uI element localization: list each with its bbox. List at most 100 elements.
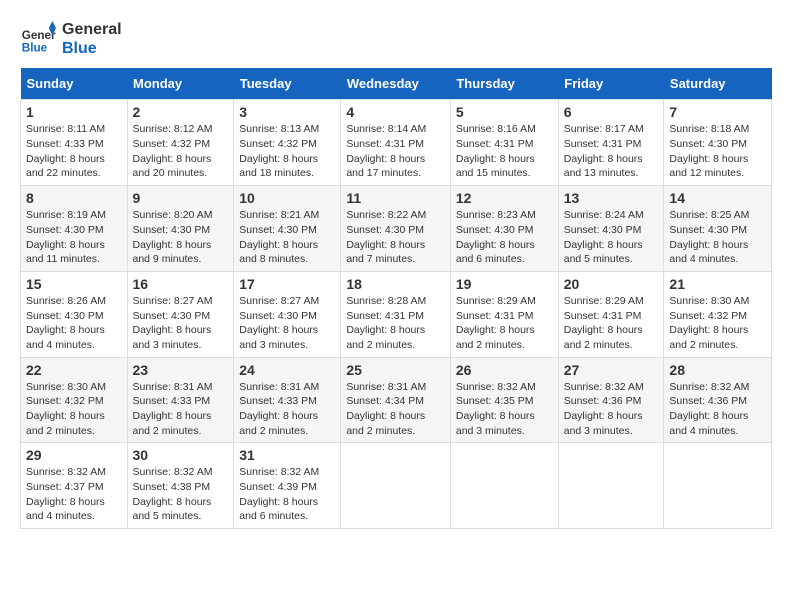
day-info: Sunrise: 8:20 AMSunset: 4:30 PMDaylight:… — [133, 208, 229, 267]
day-number: 16 — [133, 276, 229, 292]
col-header-sunday: Sunday — [21, 68, 128, 100]
calendar-row: 1 Sunrise: 8:11 AMSunset: 4:33 PMDayligh… — [21, 100, 772, 186]
col-header-friday: Friday — [558, 68, 664, 100]
col-header-monday: Monday — [127, 68, 234, 100]
calendar-cell — [450, 443, 558, 529]
day-number: 3 — [239, 104, 335, 120]
day-number: 19 — [456, 276, 553, 292]
calendar-cell: 7 Sunrise: 8:18 AMSunset: 4:30 PMDayligh… — [664, 100, 772, 186]
day-info: Sunrise: 8:32 AMSunset: 4:38 PMDaylight:… — [133, 465, 229, 524]
col-header-tuesday: Tuesday — [234, 68, 341, 100]
day-info: Sunrise: 8:12 AMSunset: 4:32 PMDaylight:… — [133, 122, 229, 181]
calendar-cell: 1 Sunrise: 8:11 AMSunset: 4:33 PMDayligh… — [21, 100, 128, 186]
day-info: Sunrise: 8:29 AMSunset: 4:31 PMDaylight:… — [456, 294, 553, 353]
calendar-cell: 25 Sunrise: 8:31 AMSunset: 4:34 PMDaylig… — [341, 357, 451, 443]
calendar-cell: 15 Sunrise: 8:26 AMSunset: 4:30 PMDaylig… — [21, 271, 128, 357]
day-number: 15 — [26, 276, 122, 292]
day-number: 10 — [239, 190, 335, 206]
calendar-cell: 18 Sunrise: 8:28 AMSunset: 4:31 PMDaylig… — [341, 271, 451, 357]
day-info: Sunrise: 8:27 AMSunset: 4:30 PMDaylight:… — [133, 294, 229, 353]
day-info: Sunrise: 8:24 AMSunset: 4:30 PMDaylight:… — [564, 208, 659, 267]
calendar-cell: 24 Sunrise: 8:31 AMSunset: 4:33 PMDaylig… — [234, 357, 341, 443]
day-number: 27 — [564, 362, 659, 378]
calendar-cell: 2 Sunrise: 8:12 AMSunset: 4:32 PMDayligh… — [127, 100, 234, 186]
calendar-cell: 9 Sunrise: 8:20 AMSunset: 4:30 PMDayligh… — [127, 186, 234, 272]
col-header-thursday: Thursday — [450, 68, 558, 100]
day-info: Sunrise: 8:27 AMSunset: 4:30 PMDaylight:… — [239, 294, 335, 353]
day-number: 5 — [456, 104, 553, 120]
day-info: Sunrise: 8:11 AMSunset: 4:33 PMDaylight:… — [26, 122, 122, 181]
day-info: Sunrise: 8:17 AMSunset: 4:31 PMDaylight:… — [564, 122, 659, 181]
col-header-wednesday: Wednesday — [341, 68, 451, 100]
calendar-table: SundayMondayTuesdayWednesdayThursdayFrid… — [20, 68, 772, 529]
day-info: Sunrise: 8:16 AMSunset: 4:31 PMDaylight:… — [456, 122, 553, 181]
day-number: 11 — [346, 190, 445, 206]
day-info: Sunrise: 8:30 AMSunset: 4:32 PMDaylight:… — [26, 380, 122, 439]
day-info: Sunrise: 8:26 AMSunset: 4:30 PMDaylight:… — [26, 294, 122, 353]
day-number: 6 — [564, 104, 659, 120]
day-number: 21 — [669, 276, 766, 292]
calendar-cell: 16 Sunrise: 8:27 AMSunset: 4:30 PMDaylig… — [127, 271, 234, 357]
day-number: 18 — [346, 276, 445, 292]
day-number: 24 — [239, 362, 335, 378]
calendar-cell: 29 Sunrise: 8:32 AMSunset: 4:37 PMDaylig… — [21, 443, 128, 529]
day-info: Sunrise: 8:30 AMSunset: 4:32 PMDaylight:… — [669, 294, 766, 353]
day-info: Sunrise: 8:21 AMSunset: 4:30 PMDaylight:… — [239, 208, 335, 267]
calendar-cell: 23 Sunrise: 8:31 AMSunset: 4:33 PMDaylig… — [127, 357, 234, 443]
day-number: 31 — [239, 447, 335, 463]
day-info: Sunrise: 8:31 AMSunset: 4:33 PMDaylight:… — [239, 380, 335, 439]
day-number: 20 — [564, 276, 659, 292]
calendar-cell: 26 Sunrise: 8:32 AMSunset: 4:35 PMDaylig… — [450, 357, 558, 443]
day-info: Sunrise: 8:23 AMSunset: 4:30 PMDaylight:… — [456, 208, 553, 267]
logo-icon: General Blue — [20, 21, 56, 57]
calendar-cell: 12 Sunrise: 8:23 AMSunset: 4:30 PMDaylig… — [450, 186, 558, 272]
calendar-cell: 6 Sunrise: 8:17 AMSunset: 4:31 PMDayligh… — [558, 100, 664, 186]
calendar-row: 22 Sunrise: 8:30 AMSunset: 4:32 PMDaylig… — [21, 357, 772, 443]
page-header: General Blue General Blue — [20, 20, 772, 58]
day-info: Sunrise: 8:32 AMSunset: 4:35 PMDaylight:… — [456, 380, 553, 439]
logo-general: General — [62, 20, 122, 39]
logo: General Blue General Blue — [20, 20, 122, 58]
day-info: Sunrise: 8:32 AMSunset: 4:36 PMDaylight:… — [564, 380, 659, 439]
day-number: 8 — [26, 190, 122, 206]
calendar-cell: 31 Sunrise: 8:32 AMSunset: 4:39 PMDaylig… — [234, 443, 341, 529]
calendar-cell: 19 Sunrise: 8:29 AMSunset: 4:31 PMDaylig… — [450, 271, 558, 357]
calendar-cell: 30 Sunrise: 8:32 AMSunset: 4:38 PMDaylig… — [127, 443, 234, 529]
calendar-cell: 14 Sunrise: 8:25 AMSunset: 4:30 PMDaylig… — [664, 186, 772, 272]
calendar-cell: 13 Sunrise: 8:24 AMSunset: 4:30 PMDaylig… — [558, 186, 664, 272]
day-info: Sunrise: 8:18 AMSunset: 4:30 PMDaylight:… — [669, 122, 766, 181]
calendar-cell: 5 Sunrise: 8:16 AMSunset: 4:31 PMDayligh… — [450, 100, 558, 186]
calendar-cell: 3 Sunrise: 8:13 AMSunset: 4:32 PMDayligh… — [234, 100, 341, 186]
day-number: 17 — [239, 276, 335, 292]
day-info: Sunrise: 8:32 AMSunset: 4:36 PMDaylight:… — [669, 380, 766, 439]
day-number: 26 — [456, 362, 553, 378]
calendar-cell: 10 Sunrise: 8:21 AMSunset: 4:30 PMDaylig… — [234, 186, 341, 272]
day-number: 29 — [26, 447, 122, 463]
calendar-cell: 8 Sunrise: 8:19 AMSunset: 4:30 PMDayligh… — [21, 186, 128, 272]
calendar-row: 8 Sunrise: 8:19 AMSunset: 4:30 PMDayligh… — [21, 186, 772, 272]
day-info: Sunrise: 8:14 AMSunset: 4:31 PMDaylight:… — [346, 122, 445, 181]
svg-text:Blue: Blue — [22, 42, 48, 55]
header-row: SundayMondayTuesdayWednesdayThursdayFrid… — [21, 68, 772, 100]
calendar-cell: 22 Sunrise: 8:30 AMSunset: 4:32 PMDaylig… — [21, 357, 128, 443]
day-info: Sunrise: 8:29 AMSunset: 4:31 PMDaylight:… — [564, 294, 659, 353]
day-info: Sunrise: 8:32 AMSunset: 4:39 PMDaylight:… — [239, 465, 335, 524]
day-number: 22 — [26, 362, 122, 378]
day-number: 25 — [346, 362, 445, 378]
calendar-cell — [558, 443, 664, 529]
day-number: 7 — [669, 104, 766, 120]
calendar-cell: 21 Sunrise: 8:30 AMSunset: 4:32 PMDaylig… — [664, 271, 772, 357]
day-info: Sunrise: 8:22 AMSunset: 4:30 PMDaylight:… — [346, 208, 445, 267]
day-info: Sunrise: 8:25 AMSunset: 4:30 PMDaylight:… — [669, 208, 766, 267]
day-info: Sunrise: 8:31 AMSunset: 4:33 PMDaylight:… — [133, 380, 229, 439]
day-number: 28 — [669, 362, 766, 378]
day-info: Sunrise: 8:28 AMSunset: 4:31 PMDaylight:… — [346, 294, 445, 353]
calendar-cell: 20 Sunrise: 8:29 AMSunset: 4:31 PMDaylig… — [558, 271, 664, 357]
logo-blue: Blue — [62, 39, 122, 58]
calendar-cell — [664, 443, 772, 529]
calendar-cell: 27 Sunrise: 8:32 AMSunset: 4:36 PMDaylig… — [558, 357, 664, 443]
day-number: 9 — [133, 190, 229, 206]
calendar-cell: 11 Sunrise: 8:22 AMSunset: 4:30 PMDaylig… — [341, 186, 451, 272]
day-info: Sunrise: 8:13 AMSunset: 4:32 PMDaylight:… — [239, 122, 335, 181]
day-number: 1 — [26, 104, 122, 120]
